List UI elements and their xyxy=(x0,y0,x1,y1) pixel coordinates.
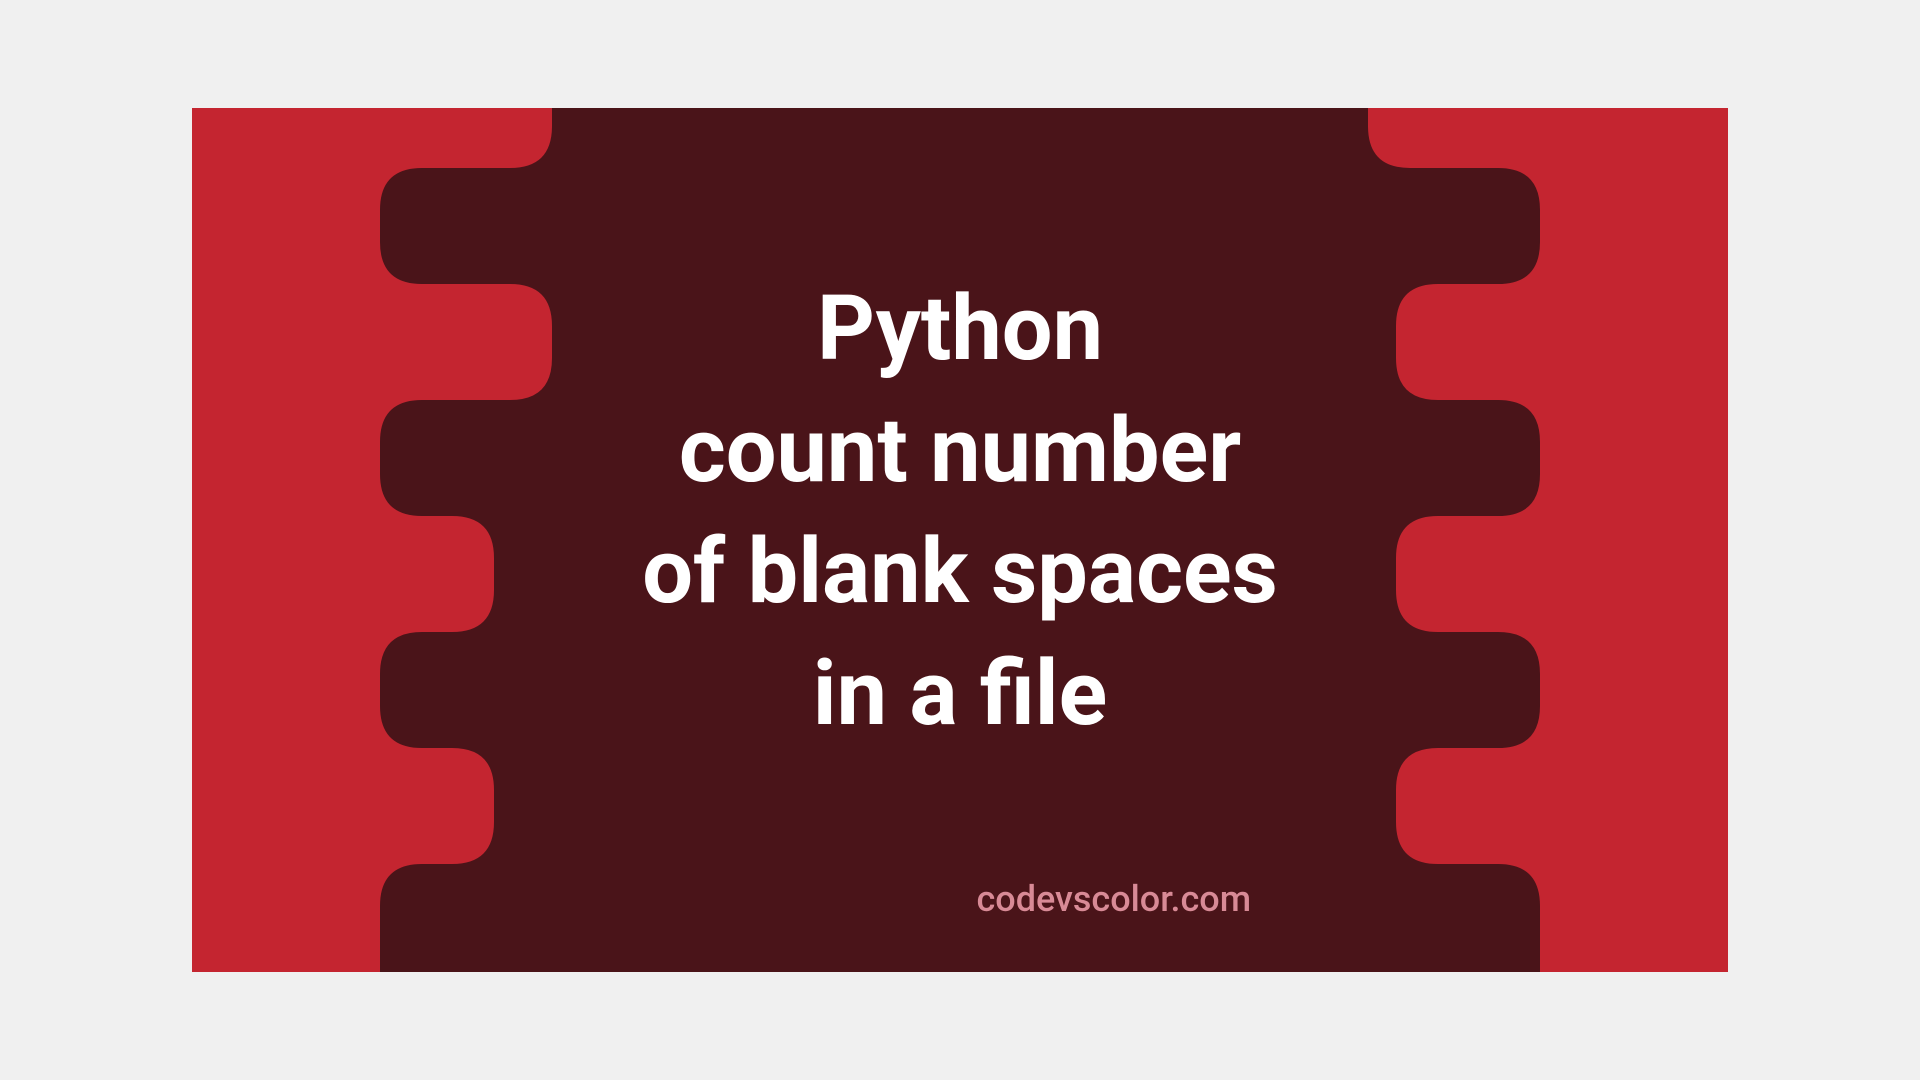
title-line-2: count number xyxy=(679,397,1241,502)
watermark-text: codevscolor.com xyxy=(976,878,1251,920)
title-line-3: of blank spaces xyxy=(642,519,1278,624)
title-line-1: Python xyxy=(817,276,1103,381)
banner-title: Python count number of blank spaces in a… xyxy=(192,268,1728,754)
banner-container: Python count number of blank spaces in a… xyxy=(192,108,1728,972)
title-line-4: in a file xyxy=(813,640,1107,745)
